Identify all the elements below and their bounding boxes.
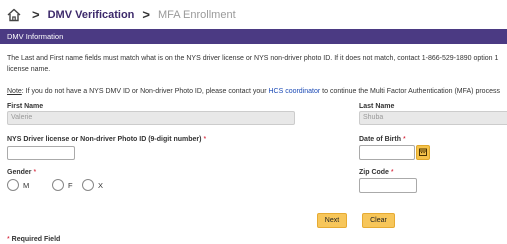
note-text-before: : If you do not have a NYS DMV ID or Non… [21,88,269,95]
note-line: Note: If you do not have a NYS DMV ID or… [7,87,500,97]
gender-label-text: Gender [7,169,32,176]
required-asterisk: * [402,136,406,143]
dob-label: Date of Birth * [359,136,406,143]
gender-radio-m[interactable] [7,179,19,191]
calendar-icon [419,148,427,156]
required-field-note: * Required Field [7,236,60,243]
next-button[interactable]: Next [317,213,347,228]
breadcrumb-separator-icon: > [32,7,40,22]
note-text-after: to continue the Multi Factor Authenticat… [320,88,500,95]
info-text-line1: The Last and First name fields must matc… [7,55,499,62]
zip-code-input[interactable] [359,178,417,193]
breadcrumb: > DMV Verification > MFA Enrollment [0,0,507,29]
breadcrumb-current: DMV Verification [47,8,135,21]
gender-label: Gender * [7,169,36,176]
home-icon[interactable] [6,7,22,23]
gender-radio-f[interactable] [52,179,64,191]
panel-header: DMV Information [0,29,507,44]
license-number-input[interactable] [7,146,75,160]
first-name-field: Valerie [7,111,295,125]
zip-label-text: Zip Code [359,169,389,176]
gender-option-m: M [23,181,30,190]
gender-radio-x[interactable] [82,179,94,191]
clear-button[interactable]: Clear [362,213,395,228]
required-asterisk: * [33,169,37,176]
last-name-label: Last Name [359,103,395,110]
breadcrumb-separator-icon: > [142,7,150,22]
license-label-text: NYS Driver license or Non-driver Photo I… [7,136,202,143]
dob-input[interactable] [359,145,415,160]
required-asterisk: * [390,169,394,176]
first-name-label: First Name [7,103,44,110]
info-text-line2: license name. [7,66,51,73]
calendar-button[interactable] [416,145,430,160]
breadcrumb-next: MFA Enrollment [157,8,236,21]
dob-label-text: Date of Birth [359,136,401,143]
required-field-text: Required Field [9,236,61,243]
gender-option-x: X [98,181,104,190]
gender-option-f: F [68,181,73,190]
zip-label: Zip Code * [359,169,394,176]
license-label: NYS Driver license or Non-driver Photo I… [7,136,206,143]
note-label: Note [7,88,22,95]
hcs-coordinator-link[interactable]: HCS coordinator [268,88,320,95]
required-asterisk: * [203,136,207,143]
last-name-field: Shuba [359,111,507,125]
